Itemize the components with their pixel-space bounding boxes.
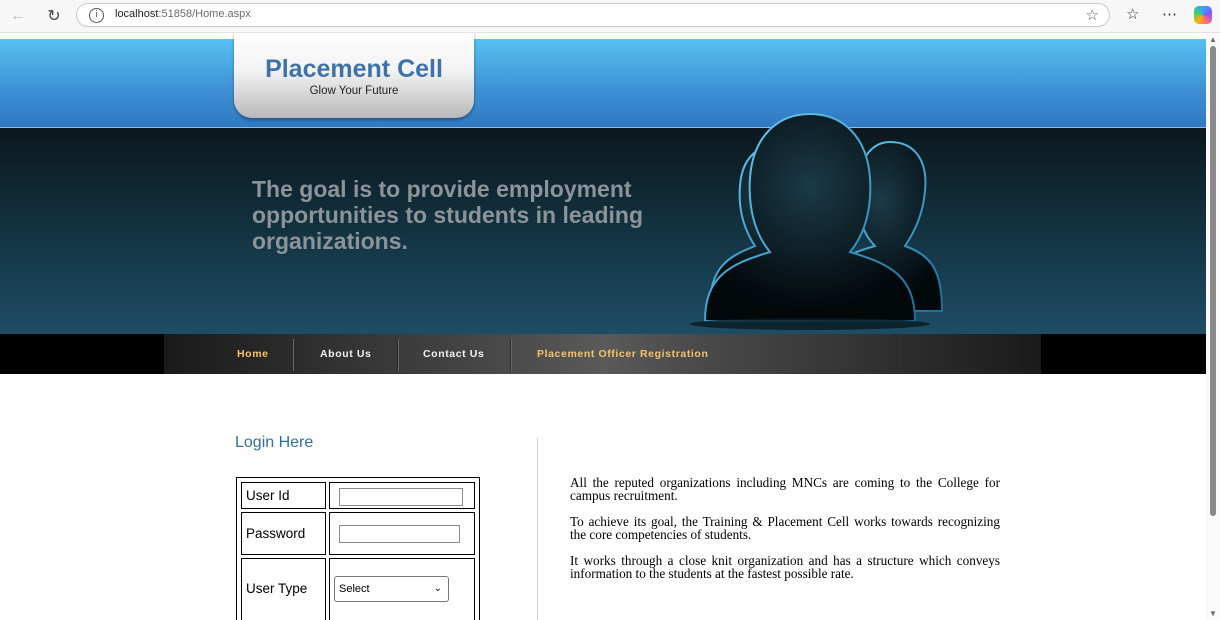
back-arrow-icon[interactable]: ←: [6, 4, 30, 28]
menu-divider: [292, 339, 294, 371]
site-header: Placement Cell Glow Your Future: [0, 33, 1206, 127]
user-type-label-cell: User Type: [241, 558, 326, 620]
info-paragraph: To achieve its goal, the Training & Plac…: [570, 514, 1000, 542]
login-heading: Login Here: [235, 434, 314, 451]
user-type-select-cell: Select ⌄: [329, 558, 475, 620]
favorite-star-icon[interactable]: ☆: [1086, 6, 1099, 24]
scroll-down-icon[interactable]: ▼: [1209, 609, 1217, 618]
reload-icon[interactable]: ↻: [42, 4, 66, 28]
password-label: Password: [246, 526, 306, 541]
logo-tab: Placement Cell Glow Your Future: [234, 33, 474, 118]
browser-toolbar: ← ↻ i localhost:51858/Home.aspx ☆ ☆ ⋯: [0, 0, 1220, 33]
user-type-select[interactable]: Select ⌄: [334, 576, 449, 602]
nav-bar: Home About Us Contact Us Placement Offic…: [0, 334, 1206, 374]
menu-divider: [510, 339, 512, 371]
info-paragraph: All the reputed organizations including …: [570, 475, 1000, 503]
user-id-label-cell: User Id: [241, 482, 326, 509]
password-input[interactable]: [339, 525, 460, 543]
menu-divider: [397, 339, 399, 371]
people-silhouette-icon: [690, 112, 944, 330]
content-divider: [537, 438, 538, 620]
more-icon[interactable]: ⋯: [1162, 5, 1177, 23]
user-type-selected: Select: [339, 583, 370, 595]
menu-item-placement-officer-registration[interactable]: Placement Officer Registration: [537, 334, 708, 374]
page-viewport: Placement Cell Glow Your Future The goal…: [0, 33, 1206, 620]
page-scrollbar[interactable]: ▲ ▼: [1206, 33, 1220, 620]
login-form: User Id Password User Type Select ⌄: [236, 477, 480, 620]
chevron-down-icon: ⌄: [433, 583, 442, 594]
site-title: Placement Cell: [265, 55, 443, 83]
user-id-label: User Id: [246, 488, 290, 503]
main-menu: Home About Us Contact Us Placement Offic…: [164, 334, 1041, 374]
user-id-input-cell: [329, 482, 475, 509]
banner-tagline: The goal is to provide employment opport…: [252, 176, 643, 254]
user-id-input[interactable]: [339, 488, 463, 506]
menu-item-about-us[interactable]: About Us: [320, 334, 371, 374]
address-bar[interactable]: i localhost:51858/Home.aspx ☆: [76, 3, 1110, 27]
scroll-thumb[interactable]: [1210, 46, 1216, 516]
menu-item-home[interactable]: Home: [237, 334, 269, 374]
password-label-cell: Password: [241, 512, 326, 555]
url-path: :51858/Home.aspx: [158, 8, 251, 20]
password-input-cell: [329, 512, 475, 555]
site-subtitle: Glow Your Future: [309, 85, 399, 97]
hero-banner: The goal is to provide employment opport…: [0, 112, 1206, 335]
site-info-icon[interactable]: i: [89, 8, 104, 23]
user-type-label: User Type: [246, 581, 308, 596]
favorites-icon[interactable]: ☆: [1126, 5, 1139, 23]
url-text[interactable]: localhost:51858/Home.aspx: [115, 8, 251, 20]
scroll-up-icon[interactable]: ▲: [1209, 35, 1217, 44]
info-paragraph: It works through a close knit organizati…: [570, 553, 1000, 581]
menu-item-contact-us[interactable]: Contact Us: [423, 334, 484, 374]
info-text: All the reputed organizations including …: [570, 476, 1000, 593]
url-host: localhost: [115, 8, 159, 20]
copilot-icon[interactable]: [1194, 6, 1212, 24]
